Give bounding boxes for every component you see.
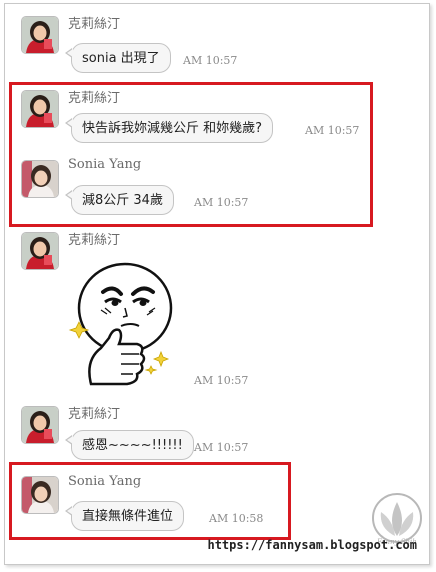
sender-name: 克莉絲汀 <box>68 17 121 32</box>
sender-name: 克莉絲汀 <box>68 233 121 248</box>
sender-name: 克莉絲汀 <box>68 91 121 106</box>
sender-name: 克莉絲汀 <box>68 407 121 422</box>
message-timestamp: AM 10:58 <box>209 512 264 525</box>
sender-name: Sonia Yang <box>68 474 142 489</box>
avatar[interactable] <box>21 476 59 514</box>
message-timestamp: AM 10:57 <box>183 54 238 67</box>
avatar[interactable] <box>21 406 59 444</box>
avatar[interactable] <box>21 16 59 54</box>
blog-url-watermark[interactable]: https://fannysam.blogspot.com <box>207 538 417 552</box>
female-avatar-red-shirt-icon <box>22 91 58 127</box>
message-timestamp: AM 10:57 <box>305 124 360 137</box>
message-bubble[interactable]: 直接無條件進位 <box>64 501 185 531</box>
message-bubble[interactable]: 快告訴我妳減幾公斤 和妳幾歲? <box>64 113 274 143</box>
female-avatar-red-shirt-icon <box>22 407 58 443</box>
chat-screenshot-frame: 克莉絲汀 sonia 出現了 AM 10:57 克莉絲汀 快告訴我妳減幾公斤 和… <box>4 3 430 565</box>
message-timestamp: AM 10:57 <box>194 374 249 387</box>
sender-name: Sonia Yang <box>68 157 142 172</box>
message-timestamp: AM 10:57 <box>194 196 249 209</box>
female-avatar-selfie-icon <box>22 161 58 197</box>
message-bubble[interactable]: 減8公斤 34歲 <box>65 185 174 215</box>
message-timestamp: AM 10:57 <box>194 441 249 454</box>
avatar[interactable] <box>21 160 59 198</box>
avatar[interactable] <box>21 90 59 128</box>
female-avatar-red-shirt-icon <box>22 17 58 53</box>
leaf-logo-icon <box>371 492 423 544</box>
message-bubble[interactable]: sonia 出現了 <box>65 43 171 73</box>
female-avatar-red-shirt-icon <box>22 233 58 269</box>
thumbs-up-moon-face-sticker-icon[interactable] <box>61 256 179 386</box>
highlight-box <box>9 82 373 227</box>
avatar[interactable] <box>21 232 59 270</box>
female-avatar-selfie-icon <box>22 477 58 513</box>
message-bubble[interactable]: 感恩~~~~!!!!!! <box>65 430 194 460</box>
